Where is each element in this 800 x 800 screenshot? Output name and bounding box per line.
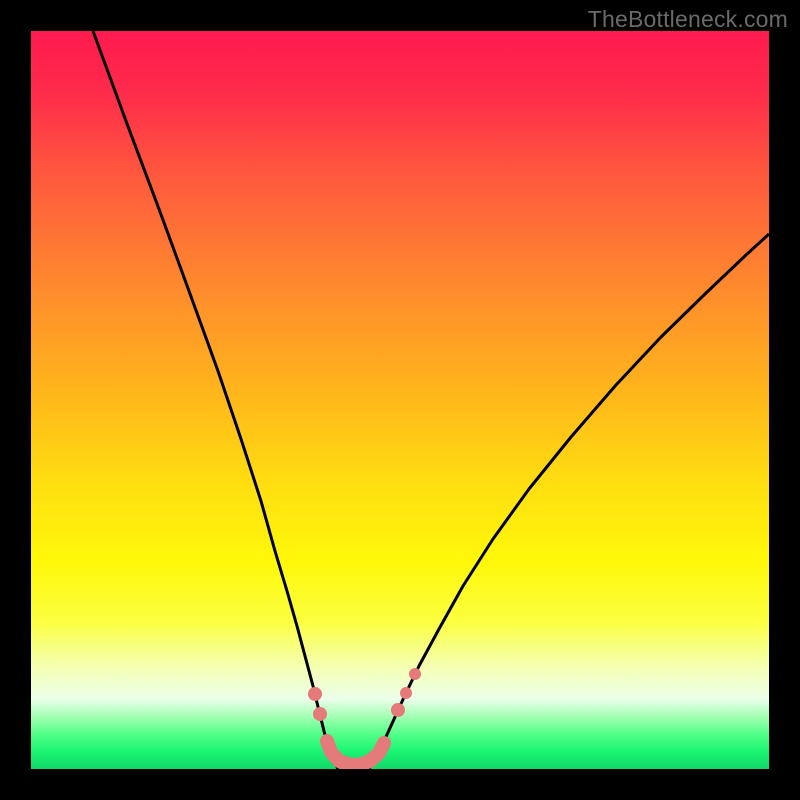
series-left-branch [93, 31, 338, 769]
chart-curves [31, 31, 769, 769]
outer-frame: TheBottleneck.com [0, 0, 800, 800]
marker-dot-r1 [391, 703, 405, 717]
marker-dot-r2 [400, 687, 412, 699]
series-right-branch [369, 234, 769, 769]
marker-dot-l1 [308, 687, 322, 701]
marker-dot-r3 [409, 668, 421, 680]
watermark-text: TheBottleneck.com [588, 6, 788, 33]
marker-dot-l2 [313, 707, 327, 721]
series-valley-floor [327, 741, 384, 765]
plot-area [31, 31, 769, 769]
